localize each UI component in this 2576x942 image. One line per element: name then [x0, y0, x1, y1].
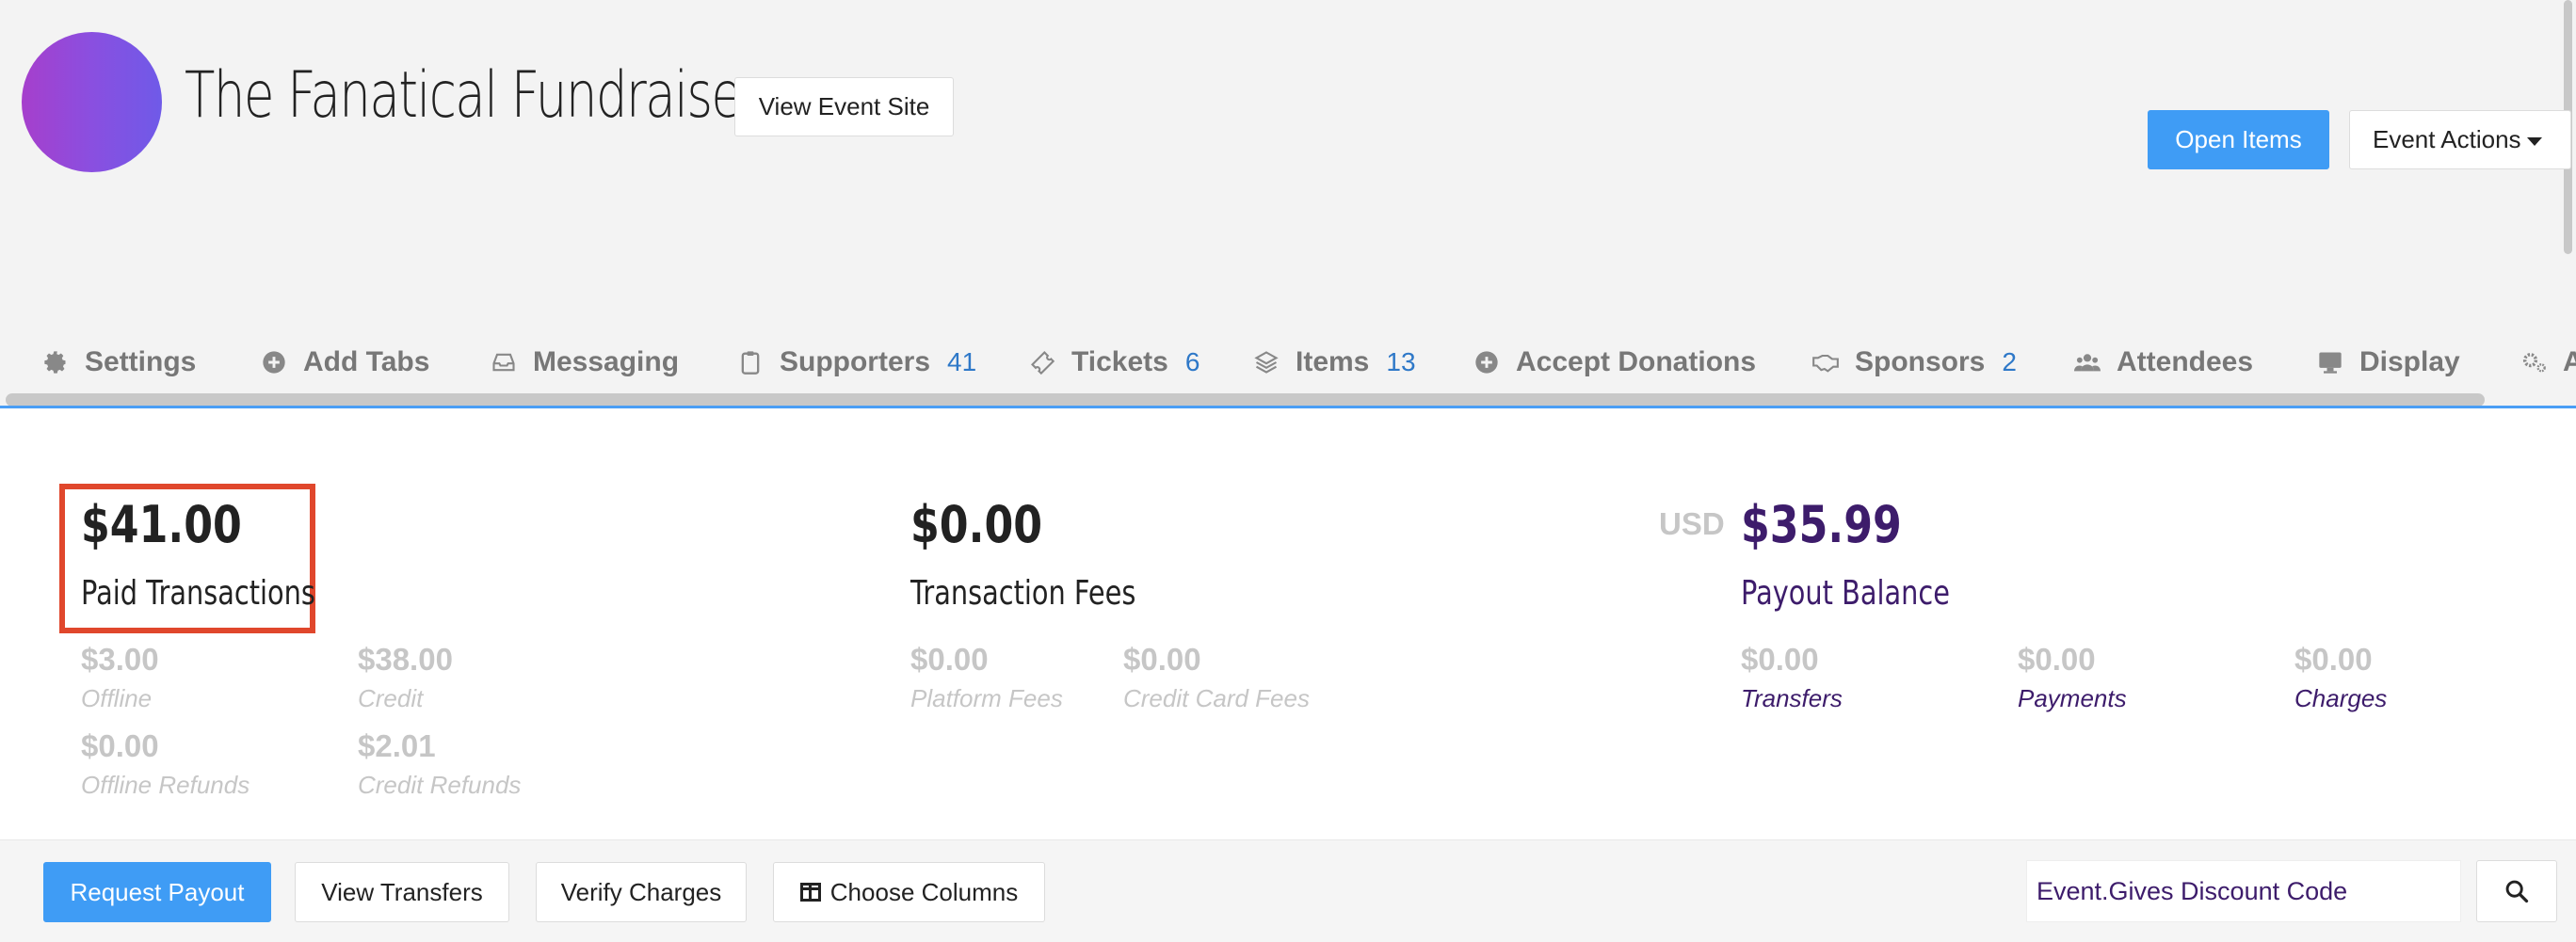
currency-label: USD [1659, 506, 1725, 541]
verify-charges-button[interactable]: Verify Charges [536, 862, 747, 922]
tab-tickets[interactable]: Tickets 6 [1028, 339, 1199, 386]
tab-label: Add Tabs [303, 346, 430, 377]
choose-columns-label: Choose Columns [829, 877, 1019, 906]
tab-label: A [2563, 346, 2576, 377]
paid-transactions-label: Paid Transactions [81, 574, 315, 613]
tab-add-tabs[interactable]: Add Tabs [260, 339, 429, 386]
search-button[interactable] [2476, 860, 2557, 922]
tab-label: Display [2359, 346, 2460, 377]
tab-settings[interactable]: Settings [41, 339, 196, 386]
plus-circle-icon [1473, 348, 1501, 376]
gears-icon [2520, 348, 2548, 376]
open-items-button[interactable]: Open Items [2148, 110, 2329, 169]
offline-refunds-label: Offline Refunds [81, 771, 250, 799]
credit-label: Credit [358, 684, 424, 712]
transaction-fees-label: Transaction Fees [910, 574, 1136, 613]
tab-attendees[interactable]: Attendees [2073, 339, 2253, 386]
transaction-fees-value: $0.00 [910, 495, 1043, 554]
platform-fees-value: $0.00 [910, 642, 989, 677]
event-actions-dropdown[interactable]: Event Actions [2349, 110, 2571, 169]
tab-label: Sponsors [1855, 346, 1986, 377]
ticket-icon [1028, 348, 1056, 376]
caret-down-icon [2526, 137, 2542, 146]
supporters-count: 41 [947, 347, 977, 376]
monitor-icon [2316, 348, 2344, 376]
charges-label: Charges [2294, 684, 2388, 712]
event-avatar [22, 32, 162, 172]
tab-label: Supporters [780, 346, 931, 377]
offline-refunds-value: $0.00 [81, 728, 159, 763]
request-payout-button[interactable]: Request Payout [43, 862, 271, 922]
tab-items[interactable]: Items 13 [1252, 339, 1416, 386]
tab-label: Items [1296, 346, 1370, 377]
transfers-value: $0.00 [1741, 642, 1819, 677]
users-icon [2073, 348, 2101, 376]
event-actions-label: Event Actions [2373, 125, 2521, 153]
sponsors-count: 2 [2002, 347, 2017, 376]
search-icon [2505, 880, 2529, 903]
paid-transactions-value: $41.00 [81, 495, 242, 554]
inbox-icon [490, 348, 518, 376]
discount-code-field[interactable]: Event.Gives Discount Code [2026, 860, 2461, 922]
items-count: 13 [1386, 347, 1416, 376]
view-event-site-button[interactable]: View Event Site [734, 77, 954, 136]
tab-more[interactable]: A [2520, 339, 2576, 386]
platform-fees-label: Platform Fees [910, 684, 1063, 712]
credit-refunds-label: Credit Refunds [358, 771, 522, 799]
credit-card-fees-value: $0.00 [1123, 642, 1201, 677]
offline-label: Offline [81, 684, 153, 712]
clipboard-icon [736, 348, 765, 376]
offline-value: $3.00 [81, 642, 159, 677]
gear-icon [41, 348, 70, 376]
tab-label: Messaging [533, 346, 680, 377]
event-tabs: Settings Add Tabs Messaging Supporters 4… [0, 339, 2576, 386]
credit-value: $38.00 [358, 642, 453, 677]
payout-balance-value: $35.99 [1741, 495, 1902, 554]
tab-label: Tickets [1071, 346, 1168, 377]
tab-label: Settings [85, 346, 197, 377]
plus-circle-icon [260, 348, 288, 376]
tab-divider [0, 406, 2576, 408]
payments-label: Payments [2018, 684, 2127, 712]
tab-supporters[interactable]: Supporters 41 [736, 339, 976, 386]
handshake-icon [1811, 348, 1840, 376]
tab-label: Accept Donations [1516, 346, 1757, 377]
credit-refunds-value: $2.01 [358, 728, 436, 763]
tab-messaging[interactable]: Messaging [490, 339, 679, 386]
horizontal-scrollbar[interactable] [6, 393, 2485, 407]
tab-accept-donations[interactable]: Accept Donations [1473, 339, 1756, 386]
tab-label: Attendees [2117, 346, 2254, 377]
payments-value: $0.00 [2018, 642, 2096, 677]
charges-value: $0.00 [2294, 642, 2373, 677]
event-title: The Fanatical Fundraiser [185, 58, 761, 133]
layers-icon [1252, 348, 1280, 376]
tab-sponsors[interactable]: Sponsors 2 [1811, 339, 2017, 386]
tickets-count: 6 [1184, 347, 1200, 376]
choose-columns-button[interactable]: Choose Columns [773, 862, 1045, 922]
transfers-label: Transfers [1741, 684, 1843, 712]
payout-balance-label: Payout Balance [1741, 574, 1950, 613]
credit-card-fees-label: Credit Card Fees [1123, 684, 1310, 712]
tab-display[interactable]: Display [2316, 339, 2460, 386]
columns-icon [799, 883, 821, 902]
view-transfers-button[interactable]: View Transfers [295, 862, 509, 922]
